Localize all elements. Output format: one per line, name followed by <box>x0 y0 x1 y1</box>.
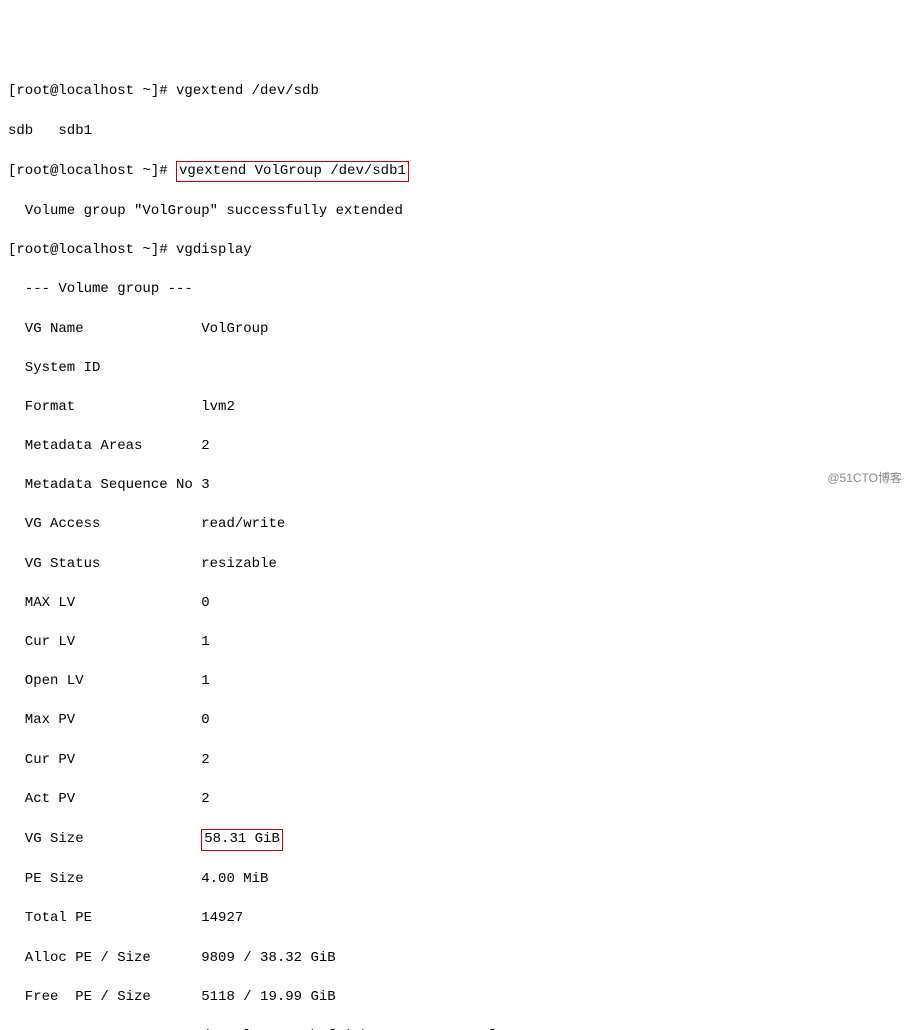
vg-row: System ID <box>8 359 912 379</box>
vg-value: read/write <box>201 516 285 532</box>
vg-key: Metadata Areas <box>8 438 201 454</box>
vg-value: d06Msl-Tc3q-MhCf-iShr-0CTm-1M6p-yEfnU5 <box>201 1028 520 1030</box>
vg-value: VolGroup <box>201 321 268 337</box>
vg-row: Act PV 2 <box>8 790 912 810</box>
vg-key: Cur PV <box>8 752 201 768</box>
vg-key: MAX LV <box>8 595 201 611</box>
vg-key: PE Size <box>8 871 201 887</box>
vg-key: VG UUID <box>8 1028 201 1030</box>
vg-row: Format lvm2 <box>8 398 912 418</box>
terminal-output: Volume group "VolGroup" successfully ext… <box>8 202 912 222</box>
vg-key: Cur LV <box>8 634 201 650</box>
vg-key: VG Status <box>8 556 201 572</box>
vg-row: Alloc PE / Size 9809 / 38.32 GiB <box>8 949 912 969</box>
vg-key: Free PE / Size <box>8 989 201 1005</box>
vg-row: Free PE / Size 5118 / 19.99 GiB <box>8 988 912 1008</box>
vg-value: 9809 / 38.32 GiB <box>201 950 335 966</box>
vg-value: resizable <box>201 556 277 572</box>
vg-row: VG Access read/write <box>8 515 912 535</box>
command-text: vgdisplay <box>176 242 252 258</box>
vg-value: 2 <box>201 752 209 768</box>
vg-row: Cur PV 2 <box>8 751 912 771</box>
shell-prompt: [root@localhost ~]# <box>8 242 176 258</box>
vg-value: 3 <box>201 477 209 493</box>
shell-prompt: [root@localhost ~]# <box>8 83 176 99</box>
vg-key: VG Name <box>8 321 201 337</box>
vg-key: Total PE <box>8 910 201 926</box>
terminal-line: [root@localhost ~]# vgextend VolGroup /d… <box>8 161 912 183</box>
highlighted-command: vgextend VolGroup /dev/sdb1 <box>176 161 409 183</box>
terminal-line: [root@localhost ~]# vgextend /dev/sdb <box>8 82 912 102</box>
vg-row: PE Size 4.00 MiB <box>8 870 912 890</box>
vg-key: Act PV <box>8 791 201 807</box>
vg-header: --- Volume group --- <box>8 280 912 300</box>
vg-row: VG UUID d06Msl-Tc3q-MhCf-iShr-0CTm-1M6p-… <box>8 1027 912 1030</box>
vg-row: Metadata Sequence No 3 <box>8 476 912 496</box>
watermark-text: @51CTO博客 <box>827 470 902 487</box>
vg-row: VG Name VolGroup <box>8 320 912 340</box>
vg-key: VG Access <box>8 516 201 532</box>
vg-value: lvm2 <box>201 399 235 415</box>
terminal-line: [root@localhost ~]# vgdisplay <box>8 241 912 261</box>
vg-key: VG Size <box>8 831 201 847</box>
terminal-output: sdb sdb1 <box>8 122 912 142</box>
vg-row: Total PE 14927 <box>8 909 912 929</box>
vg-key: Metadata Sequence No <box>8 477 201 493</box>
highlighted-vg-size: 58.31 GiB <box>201 829 283 851</box>
vg-row: VG Size 58.31 GiB <box>8 829 912 851</box>
vg-value: 2 <box>201 791 209 807</box>
vg-key: Format <box>8 399 201 415</box>
vg-row: VG Status resizable <box>8 555 912 575</box>
vg-value: 0 <box>201 712 209 728</box>
command-text: vgextend /dev/sdb <box>176 83 319 99</box>
vg-row: Max PV 0 <box>8 711 912 731</box>
vg-row: Metadata Areas 2 <box>8 437 912 457</box>
shell-prompt: [root@localhost ~]# <box>8 163 176 179</box>
vg-key: Alloc PE / Size <box>8 950 201 966</box>
vg-key: Max PV <box>8 712 201 728</box>
vg-value: 5118 / 19.99 GiB <box>201 989 335 1005</box>
vg-row: MAX LV 0 <box>8 594 912 614</box>
vg-value: 4.00 MiB <box>201 871 268 887</box>
vg-row: Open LV 1 <box>8 672 912 692</box>
vg-value: 1 <box>201 673 209 689</box>
vg-value: 2 <box>201 438 209 454</box>
vg-key: Open LV <box>8 673 201 689</box>
vg-value: 0 <box>201 595 209 611</box>
vg-value: 14927 <box>201 910 243 926</box>
vg-key: System ID <box>8 360 201 376</box>
vg-row: Cur LV 1 <box>8 633 912 653</box>
vg-value: 1 <box>201 634 209 650</box>
